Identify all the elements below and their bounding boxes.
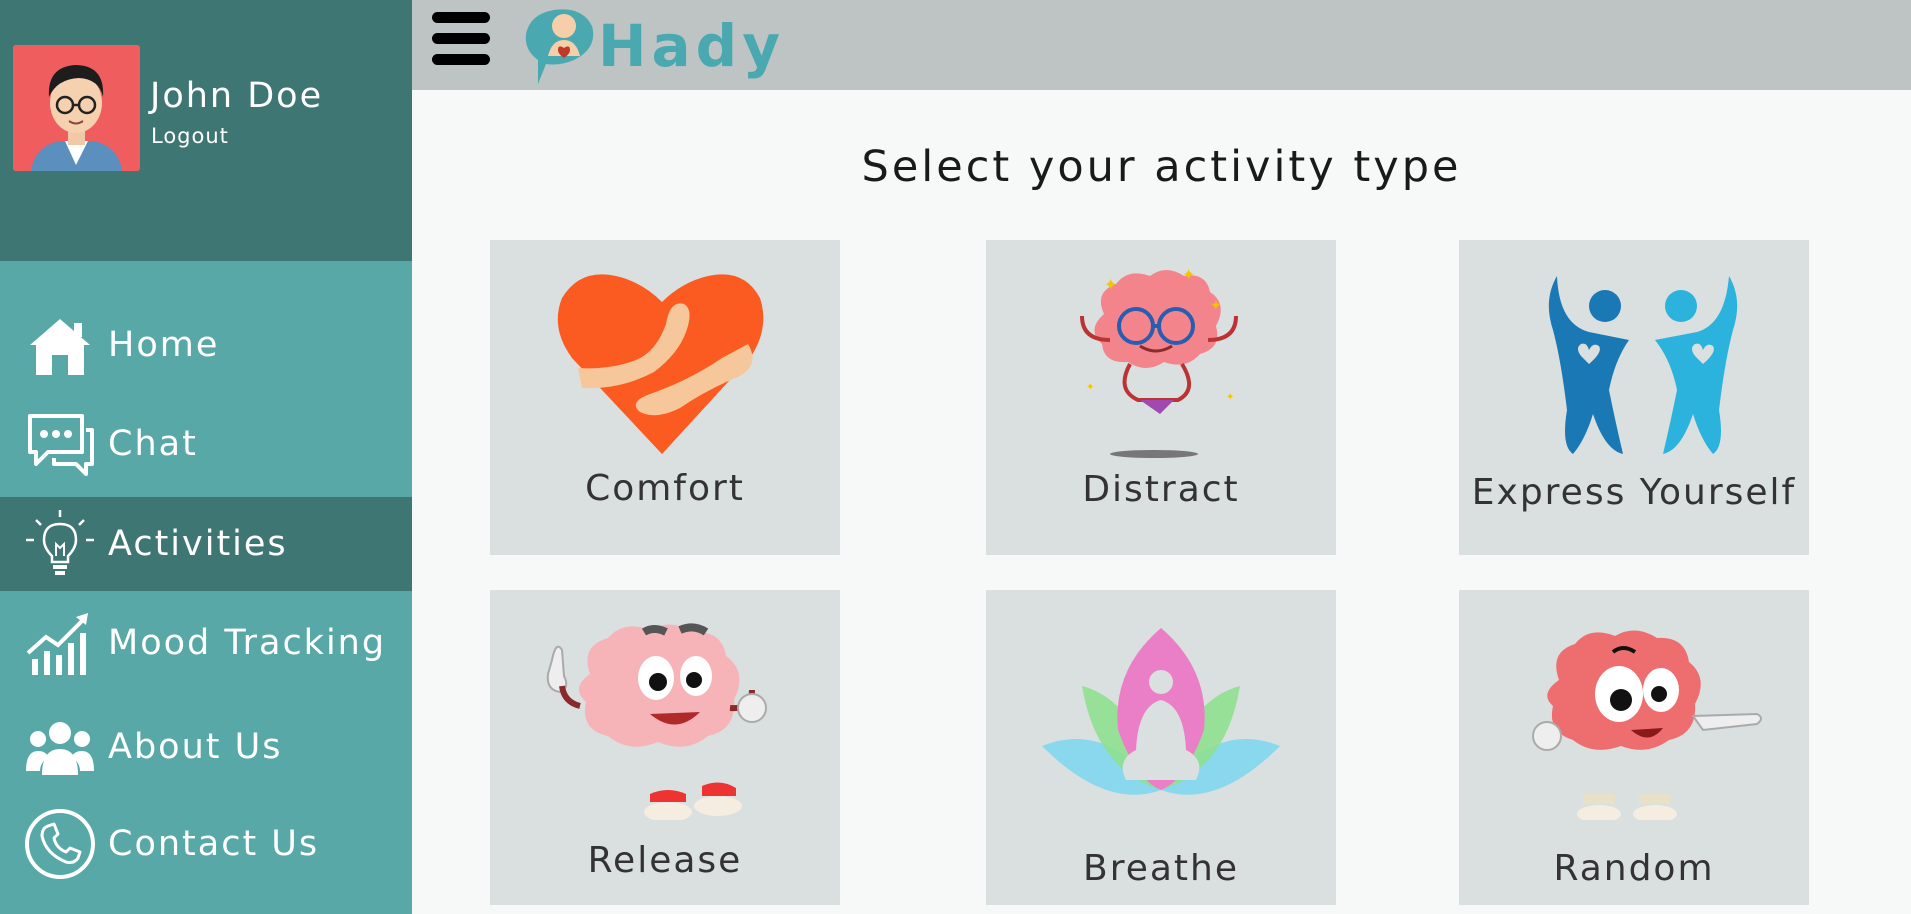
sidebar-item-mood-tracking[interactable]: Mood Tracking bbox=[0, 596, 412, 690]
sidebar-item-contact-us[interactable]: Contact Us bbox=[0, 797, 412, 891]
menu-toggle-button[interactable] bbox=[432, 12, 490, 76]
dancing-people-icon bbox=[1548, 276, 1738, 454]
group-icon bbox=[26, 722, 94, 775]
sidebar-item-chat[interactable]: Chat bbox=[0, 397, 412, 491]
svg-text:✦: ✦ bbox=[1182, 265, 1195, 284]
profile-panel: John Doe Logout bbox=[0, 0, 412, 261]
home-icon bbox=[30, 319, 90, 375]
logo-text: Hady bbox=[598, 12, 785, 80]
sidebar-item-about-us[interactable]: About Us bbox=[0, 700, 412, 794]
lotus-meditation-icon bbox=[1042, 628, 1280, 795]
chat-icon bbox=[28, 414, 94, 476]
svg-text:✦: ✦ bbox=[1104, 275, 1117, 294]
page-title: Select your activity type bbox=[861, 142, 1462, 192]
activity-card-label: Comfort bbox=[585, 468, 745, 509]
phone-icon bbox=[25, 809, 95, 879]
activity-card-release[interactable]: Release bbox=[490, 590, 840, 905]
sidebar-item-label: Contact Us bbox=[108, 824, 320, 864]
meditating-brain-icon: ✦ ✦ ✦ ✦ ✦ bbox=[1080, 265, 1238, 458]
lightbulb-icon bbox=[26, 510, 94, 575]
activity-card-comfort[interactable]: Comfort bbox=[490, 240, 840, 555]
heart-hug-icon bbox=[557, 274, 764, 454]
sidebar-item-label: Activities bbox=[108, 524, 288, 564]
activity-card-label: Distract bbox=[1082, 469, 1240, 510]
activity-card-breathe[interactable]: Breathe bbox=[986, 590, 1336, 905]
happy-brain-icon bbox=[546, 623, 767, 820]
sidebar-item-label: About Us bbox=[108, 727, 283, 767]
pointing-brain-icon bbox=[1532, 630, 1762, 820]
sidebar-item-label: Home bbox=[108, 325, 220, 365]
svg-text:✦: ✦ bbox=[1226, 392, 1234, 403]
sidebar-item-activities[interactable]: Activities bbox=[0, 497, 412, 591]
activity-card-distract[interactable]: ✦ ✦ ✦ ✦ ✦ Distract bbox=[986, 240, 1336, 555]
svg-text:✦: ✦ bbox=[1210, 298, 1222, 314]
chart-icon bbox=[26, 613, 88, 675]
user-name: John Doe bbox=[150, 76, 324, 116]
activity-card-label: Express Yourself bbox=[1471, 472, 1797, 513]
avatar bbox=[13, 45, 140, 171]
activity-card-random[interactable]: Random bbox=[1459, 590, 1809, 905]
activity-card-express-yourself[interactable]: Express Yourself bbox=[1459, 240, 1809, 555]
svg-text:✦: ✦ bbox=[1086, 382, 1094, 393]
sidebar-item-label: Mood Tracking bbox=[108, 623, 387, 663]
activity-card-label: Random bbox=[1553, 848, 1715, 889]
sidebar-item-label: Chat bbox=[108, 424, 198, 464]
activity-card-label: Release bbox=[587, 840, 743, 881]
logout-link[interactable]: Logout bbox=[151, 124, 229, 148]
activity-card-label: Breathe bbox=[1083, 848, 1239, 889]
app-logo[interactable]: Hady bbox=[524, 4, 804, 88]
sidebar: John Doe Logout Home Chat Activities Moo… bbox=[0, 0, 412, 914]
sidebar-item-home[interactable]: Home bbox=[0, 298, 412, 392]
